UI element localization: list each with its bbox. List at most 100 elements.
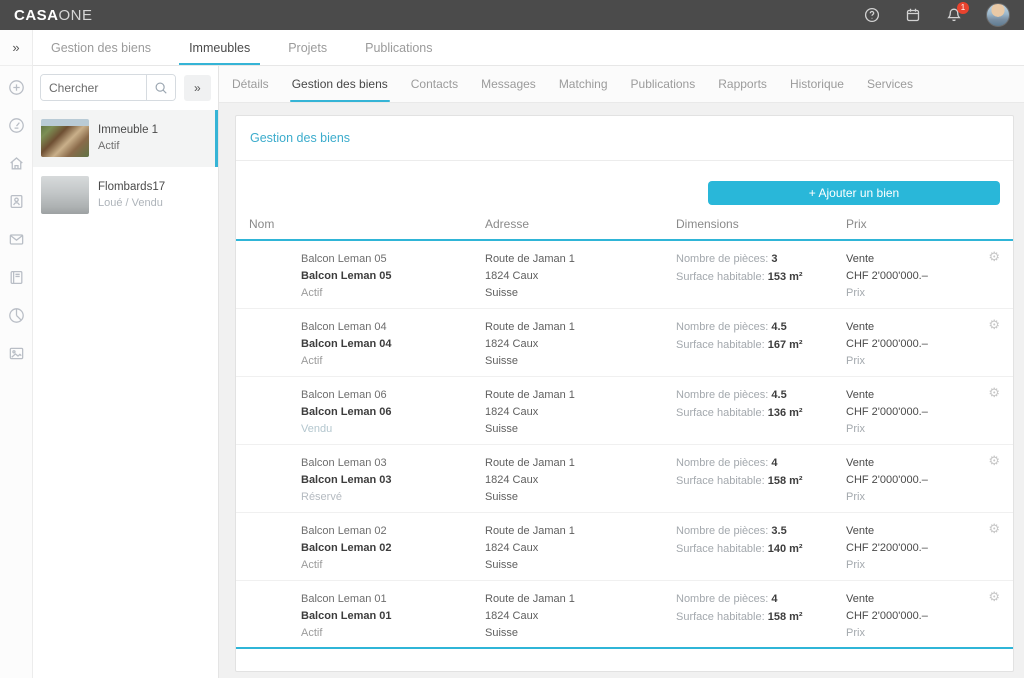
module-nav-tab[interactable]: Gestion des biens (47, 30, 155, 65)
property-list-panel: » Immeuble 1 Actif Flombards17 Loué / Ve… (33, 66, 219, 678)
row-settings-gear-icon[interactable]: ⚙ (988, 523, 1000, 580)
double-chevron-right-icon: » (12, 40, 19, 55)
surface-value: 140 m² (768, 543, 803, 555)
surface-value: 158 m² (768, 475, 803, 487)
module-nav-tab[interactable]: Immeubles (185, 30, 254, 65)
table-row[interactable]: Balcon Leman 01 Balcon Leman 01 Actif Ro… (236, 581, 1013, 649)
property-list-item[interactable]: Immeuble 1 Actif (33, 110, 218, 167)
detail-tab[interactable]: Gestion des biens (292, 66, 388, 102)
detail-tab-label: Gestion des biens (292, 77, 388, 91)
rooms-value: 3 (771, 253, 777, 265)
row-settings-gear-icon[interactable]: ⚙ (988, 591, 1000, 647)
module-nav-tab[interactable]: Publications (361, 30, 436, 65)
search-icon[interactable] (146, 75, 175, 100)
search-input[interactable] (41, 75, 146, 100)
price-value: CHF 2'000'000.– (846, 336, 980, 353)
address-country: Suisse (485, 285, 676, 302)
table-row[interactable]: Balcon Leman 04 Balcon Leman 04 Actif Ro… (236, 309, 1013, 377)
casaone-logo: CASAONE (14, 7, 93, 24)
rooms-label: Nombre de pièces: (676, 525, 768, 537)
unit-name-bold: Balcon Leman 04 (301, 336, 485, 353)
address-country: Suisse (485, 421, 676, 438)
gestion-des-biens-card: Gestion des biens + Ajouter un bien Nom … (235, 115, 1014, 672)
add-circle-icon[interactable] (7, 78, 25, 96)
detail-tab[interactable]: Publications (631, 66, 696, 102)
panel-collapse-button[interactable]: » (184, 75, 211, 101)
offer-type: Vente (846, 319, 980, 336)
detail-tabs: Détails Gestion des biens Contacts Messa… (219, 66, 1024, 103)
envelope-icon[interactable] (7, 230, 25, 248)
row-settings-gear-icon[interactable]: ⚙ (988, 387, 1000, 444)
detail-tab[interactable]: Matching (559, 66, 608, 102)
price-label: Prix (846, 557, 980, 574)
rooms-value: 4 (771, 593, 777, 605)
cell-nom: Balcon Leman 03 Balcon Leman 03 Réservé (301, 455, 485, 512)
image-icon[interactable] (7, 344, 25, 362)
calendar-icon[interactable] (904, 7, 921, 24)
icon-rail: » (0, 30, 33, 678)
detail-tab-label: Matching (559, 77, 608, 91)
double-chevron-right-icon: » (194, 81, 201, 95)
cell-prix: Vente CHF 2'000'000.– Prix (846, 251, 980, 308)
unit-name: Balcon Leman 01 (301, 591, 485, 608)
table-row[interactable]: Balcon Leman 05 Balcon Leman 05 Actif Ro… (236, 241, 1013, 309)
address-city: 1824 Caux (485, 336, 676, 353)
help-icon[interactable] (863, 7, 880, 24)
cell-nom: Balcon Leman 06 Balcon Leman 06 Vendu (301, 387, 485, 444)
cell-adresse: Route de Jaman 1 1824 Caux Suisse (485, 455, 676, 512)
detail-tab[interactable]: Contacts (411, 66, 458, 102)
rooms-value: 4.5 (771, 321, 786, 333)
detail-tab[interactable]: Rapports (718, 66, 767, 102)
dashboard-icon[interactable] (7, 116, 25, 134)
add-property-button[interactable]: + Ajouter un bien (708, 181, 1000, 205)
table-row[interactable]: Balcon Leman 03 Balcon Leman 03 Réservé … (236, 445, 1013, 513)
cell-nom: Balcon Leman 01 Balcon Leman 01 Actif (301, 591, 485, 647)
price-label: Prix (846, 285, 980, 302)
price-label: Prix (846, 489, 980, 506)
user-avatar[interactable] (986, 3, 1010, 27)
detail-tab-label: Publications (631, 77, 696, 91)
column-header-adresse: Adresse (485, 217, 676, 231)
contact-card-icon[interactable] (7, 192, 25, 210)
surface-label: Surface habitable: (676, 475, 765, 487)
module-nav-tab[interactable]: Projets (284, 30, 331, 65)
detail-tab[interactable]: Détails (232, 66, 269, 102)
rooms-label: Nombre de pièces: (676, 457, 768, 469)
property-title: Immeuble 1 (98, 122, 158, 139)
row-settings-gear-icon[interactable]: ⚙ (988, 455, 1000, 512)
book-icon[interactable] (7, 268, 25, 286)
cell-adresse: Route de Jaman 1 1824 Caux Suisse (485, 251, 676, 308)
pie-chart-icon[interactable] (7, 306, 25, 324)
address-street: Route de Jaman 1 (485, 523, 676, 540)
search-box (40, 74, 176, 101)
table-row[interactable]: Balcon Leman 06 Balcon Leman 06 Vendu Ro… (236, 377, 1013, 445)
cell-adresse: Route de Jaman 1 1824 Caux Suisse (485, 591, 676, 647)
row-settings-gear-icon[interactable]: ⚙ (988, 251, 1000, 308)
price-label: Prix (846, 421, 980, 438)
rooms-value: 3.5 (771, 525, 786, 537)
detail-tab[interactable]: Historique (790, 66, 844, 102)
unit-status: Actif (301, 625, 485, 642)
unit-name: Balcon Leman 03 (301, 455, 485, 472)
detail-tab[interactable]: Messages (481, 66, 536, 102)
offer-type: Vente (846, 523, 980, 540)
home-icon[interactable] (7, 154, 25, 172)
cell-prix: Vente CHF 2'200'000.– Prix (846, 523, 980, 580)
cell-dimensions: Nombre de pièces: 4.5 Surface habitable:… (676, 387, 846, 444)
rail-expand-button[interactable]: » (0, 30, 32, 66)
rooms-label: Nombre de pièces: (676, 389, 768, 401)
address-country: Suisse (485, 489, 676, 506)
module-nav-tab-label: Publications (365, 41, 432, 55)
top-bar: CASAONE 1 (0, 0, 1024, 30)
price-value: CHF 2'000'000.– (846, 472, 980, 489)
detail-tab-label: Historique (790, 77, 844, 91)
table-row[interactable]: Balcon Leman 02 Balcon Leman 02 Actif Ro… (236, 513, 1013, 581)
unit-name-bold: Balcon Leman 03 (301, 472, 485, 489)
notifications-icon[interactable]: 1 (945, 7, 962, 24)
row-settings-gear-icon[interactable]: ⚙ (988, 319, 1000, 376)
surface-label: Surface habitable: (676, 271, 765, 283)
detail-tab[interactable]: Services (867, 66, 913, 102)
unit-name-bold: Balcon Leman 05 (301, 268, 485, 285)
property-list-item[interactable]: Flombards17 Loué / Vendu (33, 167, 218, 224)
main-content: Détails Gestion des biens Contacts Messa… (219, 66, 1024, 678)
